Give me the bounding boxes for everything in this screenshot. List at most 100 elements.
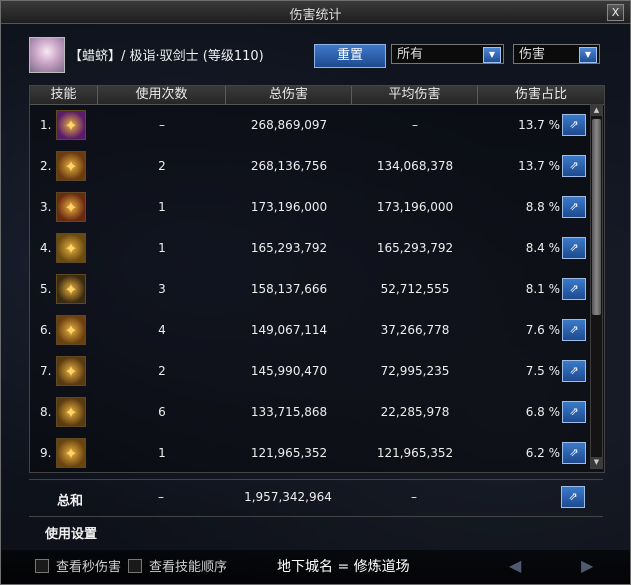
filter-value: 所有 <box>397 47 424 62</box>
sword-rain-icon: ✦ <box>56 233 86 263</box>
reset-button[interactable]: 重置 <box>314 44 386 68</box>
row-share-button[interactable]: ⇗ <box>562 442 586 464</box>
character-avatar <box>29 37 65 73</box>
table-row: 8. ✦ 6 133,715,868 22,285,978 6.8 % ⇗ <box>30 393 590 434</box>
total-damage: 1,957,342,964 <box>244 490 332 504</box>
scroll-thumb[interactable] <box>592 119 601 315</box>
row-rank: 7. <box>40 364 52 378</box>
row-rank: 8. <box>40 405 52 419</box>
row-total: 165,293,792 <box>250 241 328 255</box>
table-header: 技能 使用次数 总伤害 平均伤害 伤害占比 <box>30 86 604 105</box>
character-info: 【蜡蛴】/ 极诣·驭剑士 (等级110) <box>69 49 264 64</box>
wave-slash-icon: ✦ <box>56 151 86 181</box>
row-share-button[interactable]: ⇗ <box>562 278 586 300</box>
row-total: 121,965,352 <box>250 446 328 460</box>
row-uses: 1 <box>158 241 166 255</box>
share-icon: ⇗ <box>569 118 579 131</box>
flame-slash-icon: ✦ <box>56 192 86 222</box>
row-average: 72,995,235 <box>380 364 450 378</box>
row-total: 145,990,470 <box>250 364 328 378</box>
scroll-down-icon[interactable]: ▼ <box>591 457 602 468</box>
row-rank: 9. <box>40 446 52 460</box>
row-rank: 5. <box>40 282 52 296</box>
row-rank: 3. <box>40 200 52 214</box>
row-average: – <box>412 118 418 132</box>
dps-checkbox-label[interactable]: 查看秒伤害 <box>56 556 121 575</box>
share-icon: ⇗ <box>569 200 579 213</box>
type-dropdown[interactable]: 伤害 ▼ <box>513 44 600 64</box>
total-label: 总和 <box>57 494 84 509</box>
total-share-button[interactable]: ⇗ <box>561 486 585 508</box>
row-average: 134,068,378 <box>376 159 454 173</box>
type-value: 伤害 <box>519 47 546 62</box>
dps-checkbox[interactable] <box>35 559 49 573</box>
close-icon: X <box>611 6 620 19</box>
row-share: 8.4 % <box>525 241 560 255</box>
row-total: 133,715,868 <box>250 405 328 419</box>
share-icon: ⇗ <box>569 282 579 295</box>
damage-table: 技能 使用次数 总伤害 平均伤害 伤害占比 1. ✦ –268,869,097–13… <box>29 85 605 473</box>
row-total: 149,067,114 <box>250 323 328 337</box>
row-average: 165,293,792 <box>376 241 454 255</box>
row-average: 37,266,778 <box>380 323 450 337</box>
share-icon: ⇗ <box>569 323 579 336</box>
row-uses: 4 <box>158 323 166 337</box>
quick-slash-icon: ✦ <box>56 315 86 345</box>
row-uses: 2 <box>158 364 166 378</box>
header-uses: 使用次数 <box>98 86 226 104</box>
row-total: 173,196,000 <box>250 200 328 214</box>
close-button[interactable]: X <box>607 4 624 21</box>
dash-slash-icon: ✦ <box>56 397 86 427</box>
table-row: 1. ✦ – 268,869,097 – 13.7 % ⇗ <box>30 106 590 147</box>
row-average: 22,285,978 <box>380 405 450 419</box>
table-row: 4. ✦ 1 165,293,792 165,293,792 8.4 % ⇗ <box>30 229 590 270</box>
chevron-down-icon: ▼ <box>579 47 597 63</box>
row-share: 8.1 % <box>525 282 560 296</box>
row-share-button[interactable]: ⇗ <box>562 155 586 177</box>
row-share: 13.7 % <box>518 159 560 173</box>
row-uses: 2 <box>158 159 166 173</box>
skill-order-checkbox[interactable] <box>128 559 142 573</box>
row-share: 6.2 % <box>525 446 560 460</box>
table-row: 3. ✦ 1 173,196,000 173,196,000 8.8 % ⇗ <box>30 188 590 229</box>
row-uses: 3 <box>158 282 166 296</box>
prev-arrow-icon[interactable]: ◀ <box>509 556 521 575</box>
header-total: 总伤害 <box>226 86 352 104</box>
filter-dropdown[interactable]: 所有 ▼ <box>391 44 504 64</box>
row-average: 173,196,000 <box>376 200 454 214</box>
dungeon-name: 地下城名 = 修炼道场 <box>277 559 410 575</box>
row-share: 13.7 % <box>518 118 560 132</box>
row-uses: 6 <box>158 405 166 419</box>
window-title: 伤害统计 <box>289 8 342 23</box>
next-arrow-icon[interactable]: ▶ <box>581 556 593 575</box>
header-avg: 平均伤害 <box>352 86 478 104</box>
table-row: 6. ✦ 4 149,067,114 37,266,778 7.6 % ⇗ <box>30 311 590 352</box>
share-icon: ⇗ <box>569 241 579 254</box>
row-share-button[interactable]: ⇗ <box>562 360 586 382</box>
skill-order-checkbox-label[interactable]: 查看技能顺序 <box>149 556 227 575</box>
table-scrollbar[interactable]: ▲ ▼ <box>590 104 603 469</box>
window-titlebar[interactable]: 伤害统计 X <box>1 1 630 24</box>
row-share-button[interactable]: ⇗ <box>562 319 586 341</box>
share-icon: ⇗ <box>569 446 579 459</box>
scroll-up-icon[interactable]: ▲ <box>591 105 602 116</box>
row-share: 7.5 % <box>525 364 560 378</box>
share-icon: ⇗ <box>568 490 578 503</box>
row-average: 121,965,352 <box>376 446 454 460</box>
row-share-button[interactable]: ⇗ <box>562 114 586 136</box>
table-row: 9. ✦ 1 121,965,352 121,965,352 6.2 % ⇗ <box>30 434 590 475</box>
row-share-button[interactable]: ⇗ <box>562 196 586 218</box>
row-share-button[interactable]: ⇗ <box>562 401 586 423</box>
settings-label[interactable]: 使用设置 <box>45 523 97 542</box>
rising-blade-icon: ✦ <box>56 438 86 468</box>
table-row: 5. ✦ 3 158,137,666 52,712,555 8.1 % ⇗ <box>30 270 590 311</box>
chevron-down-icon: ▼ <box>483 47 501 63</box>
row-uses: – <box>159 118 165 132</box>
row-share: 6.8 % <box>525 405 560 419</box>
table-row: 7. ✦ 2 145,990,470 72,995,235 7.5 % ⇗ <box>30 352 590 393</box>
header-skill: 技能 <box>30 86 98 104</box>
damage-stats-window: 伤害统计 X 【蜡蛴】/ 极诣·驭剑士 (等级110) 重置 所有 ▼ 伤害 ▼… <box>0 0 631 585</box>
row-share-button[interactable]: ⇗ <box>562 237 586 259</box>
share-icon: ⇗ <box>569 405 579 418</box>
row-total: 158,137,666 <box>250 282 328 296</box>
